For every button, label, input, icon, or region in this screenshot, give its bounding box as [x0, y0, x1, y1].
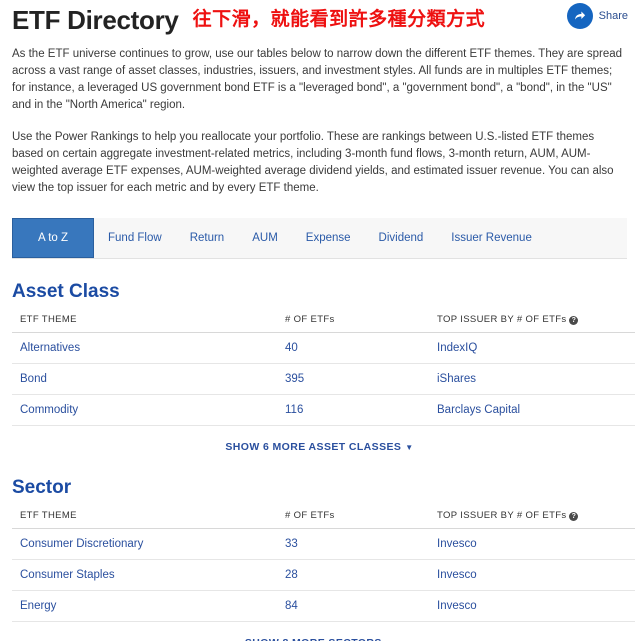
table-row[interactable]: Consumer Discretionary 33 Invesco	[12, 528, 635, 560]
etf-theme-link[interactable]: Consumer Discretionary	[12, 528, 285, 560]
tab-a-to-z[interactable]: A to Z	[12, 218, 94, 258]
tab-aum[interactable]: AUM	[238, 218, 292, 258]
top-issuer-link[interactable]: Invesco	[437, 590, 635, 622]
etf-theme-link[interactable]: Bond	[12, 363, 285, 395]
etf-theme-link[interactable]: Energy	[12, 590, 285, 622]
asset-class-table: ETF THEME # OF ETFs TOP ISSUER BY # OF E…	[12, 312, 635, 426]
table-row[interactable]: Commodity 116 Barclays Capital	[12, 394, 635, 426]
etf-count-value: 395	[285, 363, 437, 395]
etf-theme-link[interactable]: Alternatives	[12, 332, 285, 364]
etf-count-value: 33	[285, 528, 437, 560]
show-more-sectors-row: SHOW 8 MORE SECTORS▼	[12, 622, 627, 641]
intro-paragraph-1: As the ETF universe continues to grow, u…	[12, 48, 623, 111]
red-annotation-text: 往下滑，就能看到許多種分類方式	[192, 9, 486, 30]
column-header-top-issuer: TOP ISSUER BY # OF ETFs?	[437, 312, 635, 333]
tab-fund-flow[interactable]: Fund Flow	[94, 218, 176, 258]
tab-issuer-revenue[interactable]: Issuer Revenue	[437, 218, 546, 258]
chevron-down-icon: ▼	[405, 443, 414, 452]
help-icon[interactable]: ?	[569, 316, 579, 325]
intro-paragraph-2: Use the Power Rankings to help you reall…	[12, 131, 614, 194]
share-arrow-icon[interactable]	[566, 3, 593, 29]
top-issuer-link[interactable]: iShares	[437, 363, 635, 395]
column-header-etf-theme: ETF THEME	[12, 312, 285, 333]
share-control[interactable]: Share	[566, 3, 628, 29]
column-header-etf-theme: ETF THEME	[12, 508, 285, 529]
show-more-asset-classes-label: SHOW 6 MORE ASSET CLASSES	[225, 441, 402, 453]
tab-expense[interactable]: Expense	[292, 218, 365, 258]
tab-return[interactable]: Return	[176, 218, 239, 258]
etf-count-value: 84	[285, 590, 437, 622]
ranking-tab-bar: A to Z Fund Flow Return AUM Expense Divi…	[12, 218, 627, 259]
table-row[interactable]: Consumer Staples 28 Invesco	[12, 559, 635, 591]
page-title: ETF Directory	[12, 5, 179, 35]
show-more-sectors-label: SHOW 8 MORE SECTORS	[245, 637, 382, 641]
top-issuer-link[interactable]: Invesco	[437, 528, 635, 560]
column-header-top-issuer-label: TOP ISSUER BY # OF ETFs	[437, 510, 567, 521]
table-row[interactable]: Bond 395 iShares	[12, 363, 635, 395]
show-more-asset-classes-row: SHOW 6 MORE ASSET CLASSES ▼	[12, 426, 627, 455]
section-title-asset-class: Asset Class	[12, 281, 120, 302]
table-row[interactable]: Alternatives 40 IndexIQ	[12, 332, 635, 364]
sector-table: ETF THEME # OF ETFs TOP ISSUER BY # OF E…	[12, 508, 635, 622]
etf-count-value: 28	[285, 559, 437, 591]
etf-count-value: 40	[285, 332, 437, 364]
show-more-sectors-link[interactable]: SHOW 8 MORE SECTORS▼	[245, 637, 394, 641]
column-header-num-etfs: # OF ETFs	[285, 312, 437, 333]
share-label[interactable]: Share	[599, 10, 628, 22]
etf-theme-link[interactable]: Commodity	[12, 394, 285, 426]
tab-dividend[interactable]: Dividend	[365, 218, 438, 258]
section-title-sector: Sector	[12, 477, 72, 498]
etf-theme-link[interactable]: Consumer Staples	[12, 559, 285, 591]
page-header: ETF Directory 往下滑，就能看到許多種分類方式 Share	[12, 0, 628, 38]
table-row[interactable]: Energy 84 Invesco	[12, 590, 635, 622]
etf-directory-page: ETF Directory 往下滑，就能看到許多種分類方式 Share As t…	[0, 0, 640, 641]
etf-count-value: 116	[285, 394, 437, 426]
top-issuer-link[interactable]: IndexIQ	[437, 332, 635, 364]
column-header-top-issuer: TOP ISSUER BY # OF ETFs?	[437, 508, 635, 529]
section-sector: Sector ETF THEME # OF ETFs TOP ISSUER BY…	[12, 477, 635, 641]
section-asset-class: Asset Class ETF THEME # OF ETFs TOP ISSU…	[12, 281, 635, 455]
help-icon[interactable]: ?	[569, 512, 579, 521]
show-more-asset-classes-link[interactable]: SHOW 6 MORE ASSET CLASSES ▼	[225, 441, 413, 453]
column-header-top-issuer-label: TOP ISSUER BY # OF ETFs	[437, 314, 567, 325]
top-issuer-link[interactable]: Invesco	[437, 559, 635, 591]
table-header-row: ETF THEME # OF ETFs TOP ISSUER BY # OF E…	[12, 508, 635, 529]
column-header-num-etfs: # OF ETFs	[285, 508, 437, 529]
table-header-row: ETF THEME # OF ETFs TOP ISSUER BY # OF E…	[12, 312, 635, 333]
top-issuer-link[interactable]: Barclays Capital	[437, 394, 635, 426]
